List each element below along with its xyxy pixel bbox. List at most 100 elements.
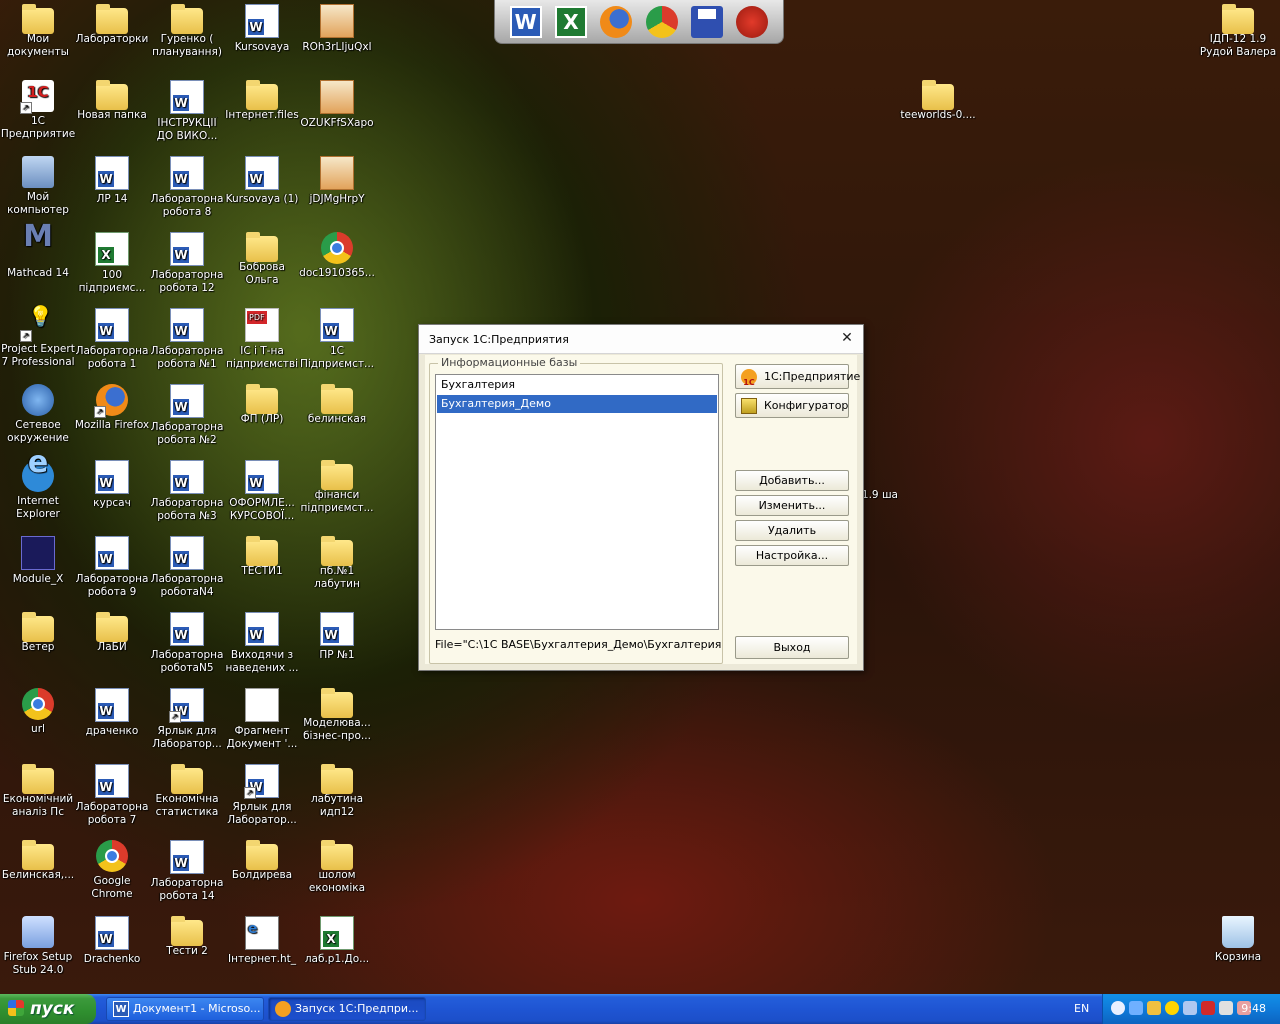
enterprise-button[interactable]: 1С:Предприятие	[735, 364, 860, 394]
infobases-list[interactable]: Бухгалтерия Бухгалтерия_Демо	[435, 374, 719, 630]
desktop-icon[interactable]: Project Expert 7 Professional	[0, 308, 76, 369]
word-icon[interactable]: W	[509, 5, 542, 38]
desktop-icon[interactable]: Kursovaya	[224, 4, 300, 54]
desktop-icon[interactable]: Економічний аналіз Пс	[0, 764, 76, 819]
desktop-icon[interactable]: Боброва Ольга	[224, 232, 300, 287]
desktop-icon[interactable]: Лабораторна робота 8	[149, 156, 225, 219]
desktop-icon[interactable]: teeworlds-0....	[898, 80, 978, 122]
close-icon[interactable]: ✕	[839, 330, 855, 346]
list-item[interactable]: Бухгалтерия_Демо	[437, 395, 717, 413]
chevron-left-icon[interactable]	[1111, 1001, 1125, 1015]
antivirus-icon[interactable]	[1201, 1001, 1215, 1015]
desktop-icon[interactable]: лабутина идп12	[299, 764, 375, 819]
desktop-icon[interactable]: Лабораторки	[74, 4, 150, 46]
desktop-icon[interactable]: ІНСТРУКЦІЇ ДО ВИКО...	[149, 80, 225, 143]
chrome-icon[interactable]	[645, 5, 678, 38]
desktop-icon[interactable]: Новая папка	[74, 80, 150, 122]
desktop-icon[interactable]: белинская	[299, 384, 375, 426]
desktop-icon[interactable]: Лабораторна робота №3	[149, 460, 225, 523]
desktop-icon[interactable]: Firefox Setup Stub 24.0	[0, 916, 76, 977]
desktop-icon[interactable]: ІС і Т-на підприємстві	[224, 308, 300, 371]
desktop-icon[interactable]: Internet Explorer	[0, 456, 76, 521]
exit-button[interactable]: Выход	[735, 636, 849, 659]
desktop-icon[interactable]: ЛаБИ	[74, 612, 150, 654]
desktop-icon[interactable]: ROh3rLIjuQxI	[299, 4, 375, 54]
desktop-icon[interactable]: Гуренко ( планування)	[149, 4, 225, 59]
messenger-icon[interactable]	[1165, 1001, 1179, 1015]
settings-button[interactable]: Настройка...	[735, 545, 849, 566]
desktop-icon[interactable]: Лабораторна робота 12	[149, 232, 225, 295]
desktop-icon[interactable]: Лабораторна робота 1	[74, 308, 150, 371]
desktop-icon[interactable]: Сетевое окружение	[0, 384, 76, 445]
desktop-icon[interactable]: Белинская,...	[0, 840, 76, 882]
desktop-icon[interactable]: Моделюва... бізнес-про...	[299, 688, 375, 743]
desktop-icon[interactable]: doc1910365...	[299, 232, 375, 280]
desktop-icon[interactable]: драченко	[74, 688, 150, 738]
desktop-icon[interactable]: Мой компьютер	[0, 156, 76, 217]
desktop-icon[interactable]: Kursovaya (1)	[224, 156, 300, 206]
desktop-icon[interactable]: Економічна статистика	[149, 764, 225, 819]
network-icon[interactable]	[1129, 1001, 1143, 1015]
configurator-button[interactable]: Конфигуратор	[735, 393, 849, 418]
desktop-icon[interactable]: Лабораторна робота 14	[149, 840, 225, 903]
desktop-icon[interactable]: Мои документы	[0, 4, 76, 59]
delete-button[interactable]: Удалить	[735, 520, 849, 541]
desktop-icon[interactable]: Лабораторна роботаN4	[149, 536, 225, 599]
desktop-icon[interactable]: Лабораторна робота №2	[149, 384, 225, 447]
desktop-icon[interactable]: Інтернет.ht_	[224, 916, 300, 966]
desktop-icon[interactable]: Лабораторна робота №1	[149, 308, 225, 371]
firefox-icon[interactable]	[600, 5, 633, 38]
desktop-icon[interactable]: ЛР 14	[74, 156, 150, 206]
excel-icon[interactable]: X	[554, 5, 587, 38]
desktop-icon[interactable]: лаб.р1.До...	[299, 916, 375, 966]
desktop-icon[interactable]: Болдирева	[224, 840, 300, 882]
desktop-icon[interactable]: Тести 2	[149, 916, 225, 958]
folder-icon	[321, 384, 353, 414]
desktop-icon[interactable]: Ярлык для Лаборатор...	[224, 764, 300, 827]
desktop-icon[interactable]: Лабораторна робота 9	[74, 536, 150, 599]
desktop-icon[interactable]: Mathcad 14	[0, 230, 76, 280]
doc-icon	[245, 688, 279, 722]
tools-icon[interactable]	[736, 5, 769, 38]
desktop-icon[interactable]: Інтернет.files	[224, 80, 300, 122]
language-indicator[interactable]: EN	[1074, 994, 1089, 1024]
desktop-icon[interactable]: ОФОРМЛЕ... КУРСОВОЇ...	[224, 460, 300, 523]
desktop-icon[interactable]: Фрагмент Документ '...	[224, 688, 300, 751]
start-button[interactable]: пуск	[0, 994, 96, 1024]
taskbar-item-word[interactable]: W Документ1 - Microso...	[106, 997, 264, 1021]
printer-icon[interactable]	[1147, 1001, 1161, 1015]
desktop-icon[interactable]: пб.№1 лабутин	[299, 536, 375, 591]
desktop-icon[interactable]: Лабораторна робота 7	[74, 764, 150, 827]
desktop-icon[interactable]: 1С Підприємст...	[299, 308, 375, 371]
desktop-icon[interactable]: Module_X	[0, 536, 76, 586]
folder-icon	[96, 4, 128, 34]
desktop-icon[interactable]: фінанси підприємст...	[299, 460, 375, 515]
desktop-icon[interactable]: 100 підприємс...	[74, 232, 150, 295]
edit-button[interactable]: Изменить...	[735, 495, 849, 516]
desktop-icon[interactable]: курсач	[74, 460, 150, 510]
desktop-icon[interactable]: ІДП-12 1.9 Рудой Валера	[1198, 4, 1278, 59]
desktop-icon[interactable]: Ветер	[0, 612, 76, 654]
desktop-icon[interactable]: OZUKFfSXapo	[299, 80, 375, 130]
add-button[interactable]: Добавить...	[735, 470, 849, 491]
desktop-icon[interactable]: Лабораторна роботаN5	[149, 612, 225, 675]
desktop-icon[interactable]: ФП (ЛР)	[224, 384, 300, 426]
desktop-icon[interactable]: jDJMgHrpY	[299, 156, 375, 206]
taskbar-item-1c[interactable]: Запуск 1С:Предпри...	[268, 997, 426, 1021]
desktop-icon[interactable]: Mozilla Firefox	[74, 384, 150, 432]
desktop-icon[interactable]: Drachenko	[74, 916, 150, 966]
desktop-icon[interactable]: url	[0, 688, 76, 736]
volume-icon[interactable]	[1219, 1001, 1233, 1015]
save-icon[interactable]	[690, 5, 723, 38]
desktop-icon[interactable]: шолом економіка	[299, 840, 375, 895]
desktop-icon[interactable]: ТЕСТИ1	[224, 536, 300, 578]
desktop-icon[interactable]: Корзина	[1198, 916, 1278, 964]
desktop-icon[interactable]: 1С Предприятие	[0, 80, 76, 141]
desktop-icon[interactable]: ПР №1	[299, 612, 375, 662]
list-item[interactable]: Бухгалтерия	[437, 376, 717, 394]
safe-remove-icon[interactable]	[1183, 1001, 1197, 1015]
desktop-icon-label: Ветер	[21, 641, 55, 653]
desktop-icon[interactable]: Виходячи з наведених ...	[224, 612, 300, 675]
desktop-icon[interactable]: Ярлык для Лаборатор...	[149, 688, 225, 751]
desktop-icon[interactable]: Google Chrome	[74, 840, 150, 901]
